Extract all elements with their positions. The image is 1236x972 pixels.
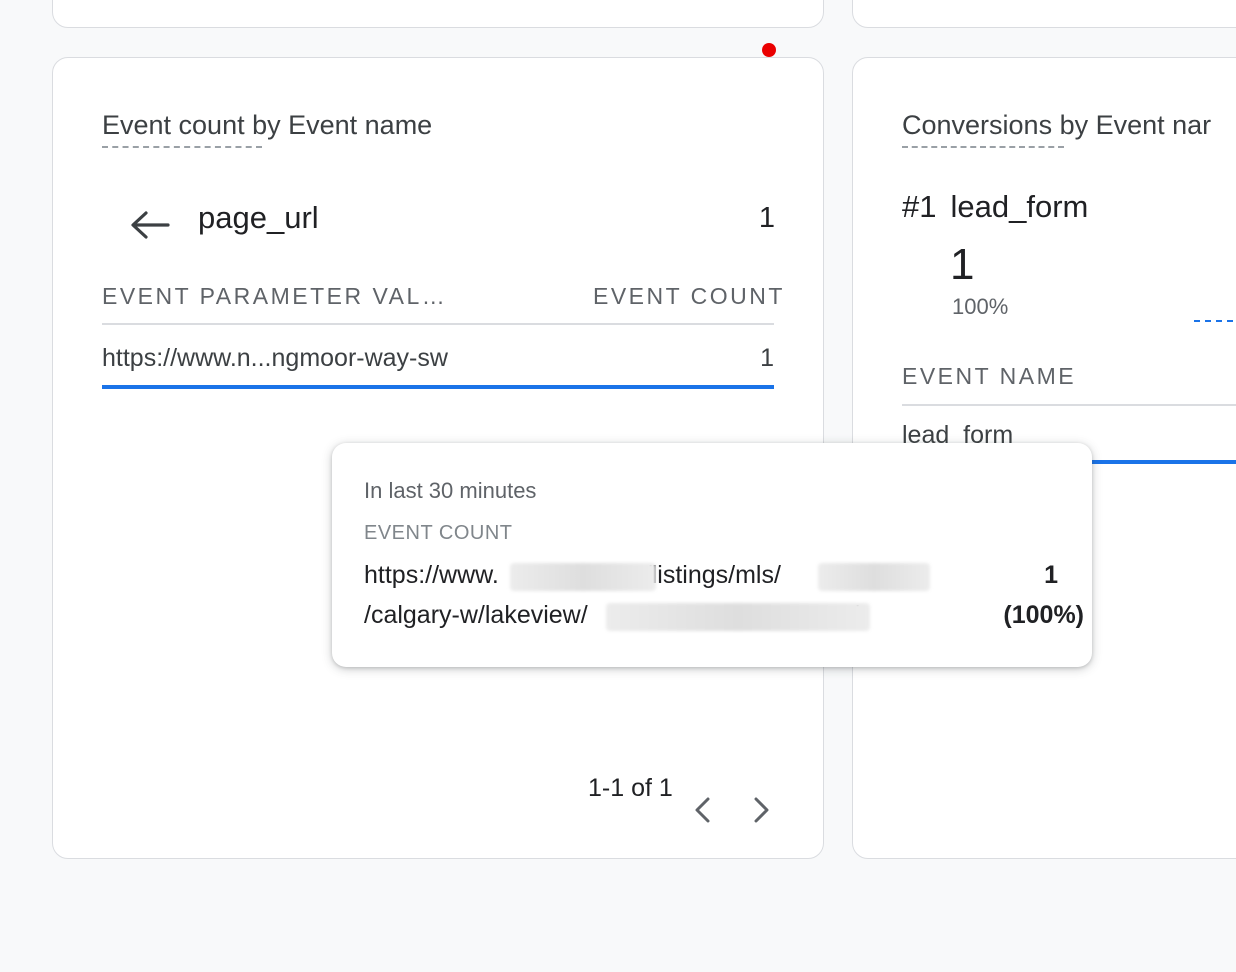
- top-item-name: lead_form: [950, 189, 1089, 224]
- chevron-right-icon[interactable]: [746, 794, 776, 826]
- conversions-title-underline: [902, 146, 1064, 148]
- tooltip-url-path-2: /calgary-w/lakeview/: [364, 601, 588, 629]
- column-header-parameter[interactable]: EVENT PARAMETER VAL…: [102, 283, 447, 310]
- tooltip-metric: EVENT COUNT: [364, 522, 513, 544]
- title-underline: [102, 146, 262, 148]
- top-item-percent: 100%: [952, 294, 1009, 319]
- dimension-count: 1: [758, 202, 775, 234]
- top-item-value: 1: [950, 240, 975, 289]
- dimension-name: page_url: [198, 200, 319, 235]
- tooltip-period: In last 30 minutes: [364, 478, 537, 503]
- row-proportion-bar: [1092, 460, 1236, 464]
- previous-card-right: [852, 0, 1236, 28]
- top-item-rank: #1: [902, 189, 937, 224]
- row-proportion-bar: [102, 385, 774, 389]
- previous-card-left: [52, 0, 824, 28]
- redacted-blur: [606, 603, 870, 631]
- column-header-event-count[interactable]: EVENT COUNT: [593, 283, 785, 310]
- header-divider: [902, 404, 1236, 406]
- arrow-left-icon[interactable]: [128, 208, 172, 242]
- column-header-event-name[interactable]: EVENT NAME: [902, 363, 1076, 390]
- header-divider: [102, 323, 774, 325]
- tooltip-value: 1: [1044, 561, 1058, 589]
- redacted-blur: [510, 563, 656, 591]
- pagination-label: 1-1 of 1: [588, 774, 673, 802]
- hover-tooltip: In last 30 minutes EVENT COUNT https://w…: [332, 443, 1092, 667]
- top-item: #1 lead_form: [902, 189, 1088, 225]
- conversions-card-title[interactable]: Conversions by Event nar: [902, 110, 1211, 141]
- tooltip-url-path: /listings/mls/: [644, 561, 781, 589]
- sparkline-dashed: [1194, 320, 1236, 322]
- table-row-value[interactable]: https://www.n...ngmoor-way-sw: [102, 344, 448, 373]
- tooltip-percent: (100%): [1003, 601, 1084, 629]
- table-row-count: 1: [760, 344, 774, 372]
- redacted-blur: [818, 563, 930, 591]
- notification-dot: [762, 43, 776, 57]
- card-title[interactable]: Event count by Event name: [102, 110, 432, 141]
- tooltip-url-prefix: https://www.: [364, 561, 499, 589]
- chevron-left-icon[interactable]: [688, 794, 718, 826]
